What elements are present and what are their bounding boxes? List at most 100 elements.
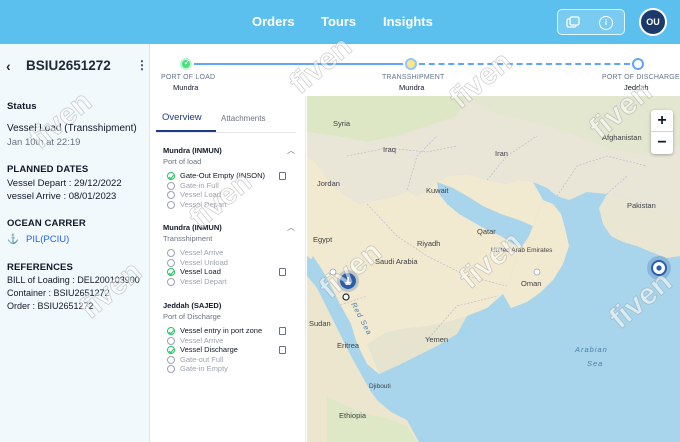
map-label-sudan: Sudan <box>309 319 331 328</box>
timeline-section-title: Mundra (INMUN) <box>163 146 222 155</box>
document-icon[interactable] <box>279 268 286 277</box>
document-icon[interactable] <box>279 172 286 180</box>
jeddah-port-dot[interactable] <box>342 293 350 301</box>
status-label: Status <box>7 101 37 112</box>
clock-icon <box>167 200 175 209</box>
map-label-yemen: Yemen <box>425 335 448 344</box>
status-value: Vessel Load (Transshipment) <box>7 123 137 134</box>
timeline-event-label: Vessel Discharge <box>180 345 238 355</box>
document-icon[interactable] <box>279 346 286 355</box>
map-label-egypt: Egypt <box>313 235 333 244</box>
map-label-qatar: Qatar <box>477 227 496 236</box>
map-label-eritrea: Eritrea <box>337 341 360 350</box>
timeline-section-title: Jeddah (SAJED) <box>163 301 222 310</box>
bill-of-loading: BILL of Loading : DEL200103900 <box>7 275 140 285</box>
carrier-name: PIL(PCIU) <box>26 234 70 245</box>
info-icon[interactable]: i <box>599 16 613 30</box>
timeline-event: Vessel Unload <box>167 258 302 268</box>
timeline-event-label: Gate-in Full <box>180 180 219 190</box>
timeline-event: Gate-Out Empty (INSON) <box>167 171 302 181</box>
timeline-event-label: Vessel Depart <box>180 276 227 286</box>
timeline-event-label: Vessel Arrive <box>180 248 224 257</box>
map-label-ethiopia: Ethiopia <box>339 411 367 420</box>
map-label-iran: Iran <box>495 149 508 158</box>
nav-orders[interactable]: Orders <box>252 14 295 29</box>
shipment-map[interactable]: Syria Iraq Iran Afghanistan Kuwait Jorda… <box>307 96 680 442</box>
timeline-section-title: Mundra (INMUN) <box>163 223 222 232</box>
map-label-pakistan: Pakistan <box>627 201 656 210</box>
map-label-kuwait: Kuwait <box>426 186 449 195</box>
check-circle-icon <box>167 327 175 335</box>
timeline-event: Vessel entry in port zone <box>167 326 302 336</box>
more-menu-icon[interactable]: ⋮ <box>136 58 148 72</box>
timeline-event-label: Vessel Arrive <box>180 335 224 345</box>
clock-icon <box>167 277 175 286</box>
progress-line-pending <box>419 63 630 65</box>
collapse-chevron-icon[interactable]: ︿ <box>287 145 295 156</box>
route-progress: ✓ PORT OF LOAD Mundra TRANSSHIPMENT Mund… <box>150 44 680 96</box>
container-title: BSIU2651272 <box>26 58 111 73</box>
timeline-event-label: Vessel Unload <box>180 257 228 267</box>
step-place-port-of-discharge: Jeddah <box>624 83 649 92</box>
clock-icon <box>167 355 175 364</box>
timeline-event-label: Gate-in Empty <box>180 364 228 374</box>
zoom-in-button[interactable]: + <box>651 110 673 132</box>
timeline-section-subtitle: Port of load <box>163 157 202 166</box>
vessel-depart-date: Vessel Depart : 29/12/2022 <box>7 178 122 189</box>
map-label-afghanistan: Afghanistan <box>602 133 642 142</box>
toolbar-group: i <box>557 9 625 35</box>
zoom-out-button[interactable]: − <box>651 132 673 154</box>
tab-attachments[interactable]: Attachments <box>221 114 265 123</box>
port-dot-oman <box>533 268 541 276</box>
back-button[interactable]: ‹ <box>6 58 11 74</box>
map-label-oman: Oman <box>521 279 541 288</box>
map-label-jordan: Jordan <box>317 179 340 188</box>
timeline-event: Vessel Load <box>167 190 302 200</box>
clock-icon <box>167 191 175 200</box>
step-dot-port-of-discharge <box>632 58 644 70</box>
check-icon: ✓ <box>183 58 191 67</box>
map-canvas[interactable]: Syria Iraq Iran Afghanistan Kuwait Jorda… <box>307 96 680 442</box>
mundra-marker-center <box>656 265 662 271</box>
map-label-arabian-sea: Arabian <box>574 345 608 354</box>
timeline-event: Vessel Depart <box>167 277 302 287</box>
step-place-transshipment: Mundra <box>399 83 425 92</box>
clock-icon <box>167 365 175 374</box>
timeline-event-label: Gate-out Full <box>180 354 224 364</box>
clock-icon <box>167 181 175 190</box>
step-label-port-of-load: PORT OF LOAD <box>161 74 216 81</box>
step-place-port-of-load: Mundra <box>173 83 199 92</box>
timeline-event-label: Vessel Depart <box>180 199 227 209</box>
check-circle-icon <box>167 346 175 355</box>
order-reference: Order : BSIU2651272 <box>7 301 94 311</box>
timeline-panel: Overview Attachments Mundra (INMUN) ︿ Port… <box>150 96 306 442</box>
clock-icon <box>167 258 175 267</box>
chat-icon[interactable] <box>566 16 580 30</box>
container-detail-panel: ‹ BSIU2651272 ⋮ Status Vessel Load (Tran… <box>0 44 150 442</box>
nav-tours[interactable]: Tours <box>321 14 356 29</box>
timeline-event: Vessel Depart <box>167 200 302 210</box>
map-label-saudi-arabia: Saudi Arabia <box>375 257 418 266</box>
ocean-carrier-label: OCEAN CARRER <box>7 218 86 229</box>
timeline-section-subtitle: Transshipment <box>163 234 213 243</box>
check-circle-icon <box>167 172 175 180</box>
timeline-event-label: Vessel entry in port zone <box>180 326 263 335</box>
top-navigation-bar: Orders Tours Insights i OU <box>0 0 680 44</box>
progress-line-done <box>194 63 403 65</box>
timeline-event: Vessel Discharge <box>167 345 302 355</box>
timeline-event-label: Vessel Load <box>180 267 221 277</box>
anchor-icon: ⚓ <box>7 234 19 245</box>
timeline-event: Vessel Arrive <box>167 336 302 346</box>
map-label-iraq: Iraq <box>383 145 396 154</box>
document-icon[interactable] <box>279 327 286 335</box>
user-avatar[interactable]: OU <box>639 8 667 36</box>
tab-overview[interactable]: Overview <box>162 112 202 123</box>
map-label-arabian-sea-2: Sea <box>587 359 603 368</box>
carrier-link[interactable]: ⚓ PIL(PCIU) <box>7 234 69 245</box>
timeline-event: Gate-in Empty <box>167 364 302 374</box>
map-label-uae: United Arab Emirates <box>491 247 553 254</box>
collapse-chevron-icon[interactable]: ︿ <box>287 222 295 233</box>
port-dot <box>329 268 337 276</box>
zoom-control: + − <box>651 110 673 154</box>
nav-insights[interactable]: Insights <box>383 14 433 29</box>
